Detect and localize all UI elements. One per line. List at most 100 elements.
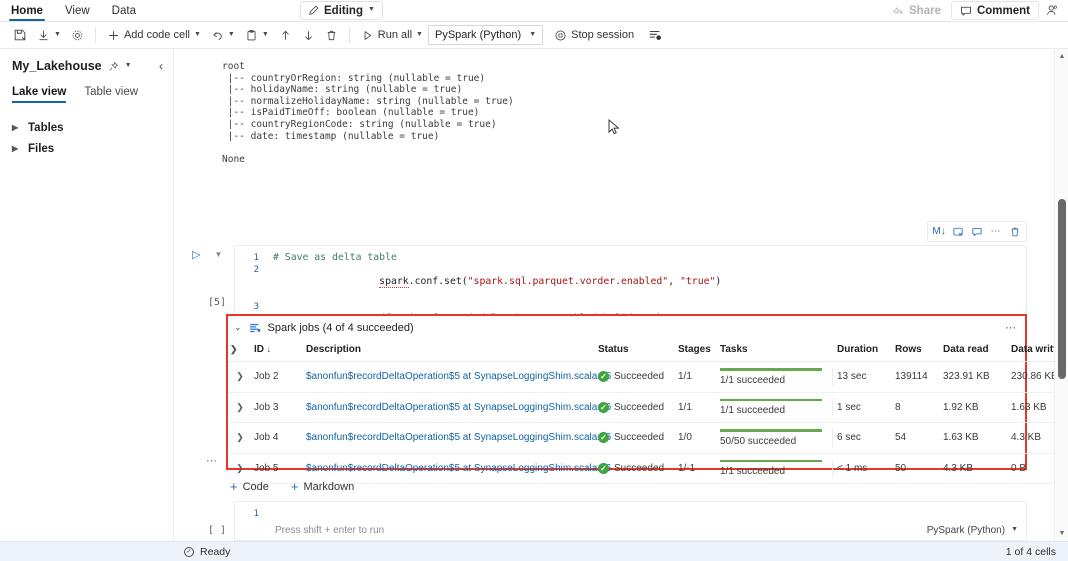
save-icon (13, 28, 27, 42)
share-button[interactable]: Share (884, 1, 949, 20)
tree-item-tables-label: Tables (28, 122, 64, 134)
vertical-scrollbar[interactable]: ▲ ▼ (1054, 49, 1068, 541)
outline-button[interactable] (643, 25, 667, 46)
move-cell-up-button[interactable] (274, 25, 297, 46)
download-button[interactable]: ▼ (32, 25, 66, 46)
undo-button[interactable]: ▼ (206, 25, 240, 46)
job-duration: 6 sec (835, 423, 893, 454)
editing-mode-button[interactable]: Editing ▼ (300, 1, 383, 20)
share-label: Share (909, 5, 941, 17)
column-header-id[interactable]: ID ↓ (252, 339, 304, 362)
add-markdown-button[interactable]: + Markdown (287, 478, 358, 495)
pencil-icon (308, 5, 319, 16)
scrollbar-thumb[interactable] (1058, 199, 1066, 379)
table-row[interactable]: ❯ Job 4 $anonfun$recordDeltaOperation$5 … (228, 423, 1068, 454)
expand-all-header[interactable]: ❯ (228, 339, 252, 362)
tab-home[interactable]: Home (0, 0, 54, 21)
job-stages: 1/0 (676, 423, 718, 454)
pin-icon[interactable] (108, 61, 119, 72)
notebook-scroll-area: root |-- countryOrRegion: string (nullab… (174, 49, 1054, 541)
empty-cell-kernel-selector[interactable]: PySpark (Python) ▼ (927, 525, 1026, 536)
editing-mode-label: Editing (324, 5, 363, 17)
column-header-stages[interactable]: Stages (676, 339, 718, 362)
tab-table-view[interactable]: Table view (84, 86, 138, 103)
add-markdown-label: Markdown (303, 481, 354, 493)
move-cell-down-button[interactable] (297, 25, 320, 46)
tab-lake-view[interactable]: Lake view (12, 86, 66, 103)
scroll-up-arrow-icon[interactable]: ▲ (1055, 50, 1068, 63)
code-cell-gutter: ▷ ▼ [5] (188, 245, 234, 308)
table-row[interactable]: ❯ Job 2 $anonfun$recordDeltaOperation$5 … (228, 362, 1068, 393)
column-header-data-read[interactable]: Data read (941, 339, 1009, 362)
stop-icon (554, 29, 567, 42)
markdown-icon[interactable]: M↓ (930, 223, 948, 240)
ribbon-tab-bar: Home View Data Editing ▼ Share Comment (0, 0, 1068, 22)
job-stages: 1/1 (676, 392, 718, 423)
clear-output-icon[interactable] (949, 223, 967, 240)
table-row[interactable]: ❯ Job 3 $anonfun$recordDeltaOperation$5 … (228, 392, 1068, 423)
lakehouse-explorer: My_Lakehouse ▼ ‹ Lake view Table view ▶ … (0, 49, 174, 541)
job-description[interactable]: $anonfun$recordDeltaOperation$5 at Synap… (304, 392, 596, 423)
line-number: 2 (235, 264, 273, 301)
column-header-rows[interactable]: Rows (893, 339, 941, 362)
job-description-link[interactable]: $anonfun$recordDeltaOperation$5 at Synap… (306, 402, 611, 413)
kernel-selector[interactable]: PySpark (Python) ▼ (428, 25, 543, 45)
job-tasks: 1/1 succeeded (718, 362, 835, 393)
tab-data[interactable]: Data (101, 0, 147, 21)
column-header-duration[interactable]: Duration (835, 339, 893, 362)
tree-item-tables[interactable]: ▶ Tables (0, 117, 173, 138)
job-description-link[interactable]: $anonfun$recordDeltaOperation$5 at Synap… (306, 463, 611, 474)
delete-cell-button[interactable] (320, 25, 343, 46)
explorer-tree: ▶ Tables ▶ Files (0, 117, 173, 159)
job-description-link[interactable]: $anonfun$recordDeltaOperation$5 at Synap… (306, 432, 611, 443)
row-expand-toggle[interactable]: ❯ (228, 362, 252, 393)
workspace-body: My_Lakehouse ▼ ‹ Lake view Table view ▶ … (0, 49, 1068, 541)
chevron-down-icon[interactable]: ▼ (125, 62, 132, 69)
clipboard-button[interactable]: ▼ (240, 25, 274, 46)
chevron-down-icon[interactable]: ⌄ (234, 322, 242, 333)
column-header-tasks[interactable]: Tasks (718, 339, 835, 362)
empty-cell-placeholder: Press shift + enter to run (275, 525, 384, 536)
collapse-panel-icon[interactable]: ‹ (159, 59, 163, 73)
more-icon[interactable]: ⋯ (987, 223, 1005, 240)
add-code-cell-button[interactable]: Add code cell ▼ (102, 25, 206, 46)
chevron-down-icon: ▼ (529, 31, 536, 38)
tab-view[interactable]: View (54, 0, 101, 21)
chevron-down-icon: ▼ (416, 31, 423, 38)
task-progress-bar (720, 368, 822, 371)
lakehouse-name: My_Lakehouse (12, 59, 102, 73)
job-status: ✓Succeeded (596, 392, 676, 423)
comment-icon[interactable] (968, 223, 986, 240)
plus-icon: + (230, 480, 238, 493)
row-expand-toggle[interactable]: ❯ (228, 423, 252, 454)
more-icon[interactable]: ⋯ (1005, 321, 1017, 334)
job-description[interactable]: $anonfun$recordDeltaOperation$5 at Synap… (304, 423, 596, 454)
settings-button[interactable] (66, 25, 89, 46)
person-add-icon (1046, 4, 1059, 17)
column-header-description[interactable]: Description (304, 339, 596, 362)
toolbar-divider-2 (349, 27, 350, 43)
delete-icon[interactable] (1006, 223, 1024, 240)
job-description-link[interactable]: $anonfun$recordDeltaOperation$5 at Synap… (306, 371, 611, 382)
empty-code-editor[interactable]: 1 (235, 502, 1026, 522)
stop-session-button[interactable]: Stop session (549, 25, 639, 46)
tree-item-files[interactable]: ▶ Files (0, 138, 173, 159)
empty-cell-body[interactable]: 1 Press shift + enter to run PySpark (Py… (234, 501, 1027, 541)
status-text: Ready (200, 546, 230, 558)
cell-overflow-menu[interactable]: ⋯ (206, 454, 218, 467)
chevron-down-icon[interactable]: ▼ (214, 250, 222, 259)
run-cell-icon[interactable]: ▷ (192, 248, 200, 261)
save-button[interactable] (8, 25, 32, 46)
row-expand-toggle[interactable]: ❯ (228, 392, 252, 423)
success-icon: ✓ (598, 463, 609, 474)
job-description[interactable]: $anonfun$recordDeltaOperation$5 at Synap… (304, 362, 596, 393)
run-all-button[interactable]: Run all ▼ (356, 25, 428, 46)
column-header-status[interactable]: Status (596, 339, 676, 362)
share-people-button[interactable] (1041, 1, 1064, 20)
job-stages: 1/-1 (676, 453, 718, 484)
scroll-down-arrow-icon[interactable]: ▼ (1055, 527, 1068, 540)
job-status: ✓Succeeded (596, 362, 676, 393)
comment-button[interactable]: Comment (951, 1, 1039, 20)
add-code-button[interactable]: + Code (226, 478, 273, 495)
tab-home-label: Home (11, 5, 43, 17)
